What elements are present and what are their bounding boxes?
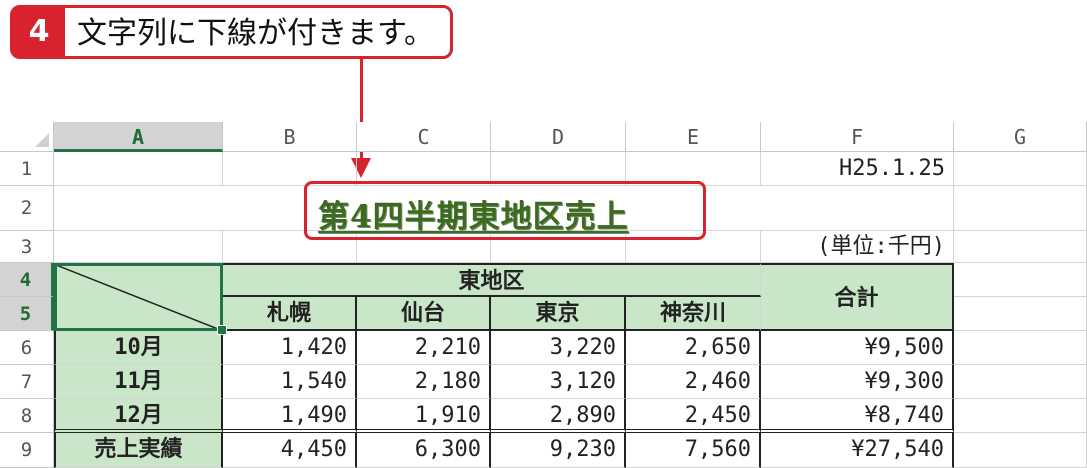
data-cell[interactable]: 3,220 bbox=[491, 331, 626, 365]
data-cell[interactable]: 4,450 bbox=[223, 433, 357, 468]
cell-g6[interactable] bbox=[954, 331, 1087, 365]
data-cell[interactable]: 2,650 bbox=[626, 331, 761, 365]
data-cell[interactable]: 2,180 bbox=[357, 365, 491, 399]
fill-handle[interactable] bbox=[217, 325, 227, 335]
data-cell[interactable]: 2,450 bbox=[626, 399, 761, 433]
row-label[interactable]: 11月 bbox=[54, 365, 223, 399]
row-header-9[interactable]: 9 bbox=[0, 433, 54, 468]
total-cell[interactable]: ¥9,500 bbox=[761, 331, 954, 365]
cell-g7[interactable] bbox=[954, 365, 1087, 399]
step-callout: 4 文字列に下線が付きます。 bbox=[10, 5, 453, 59]
data-cell[interactable]: 1,540 bbox=[223, 365, 357, 399]
row-label-sales-total[interactable]: 売上実績 bbox=[54, 433, 223, 468]
data-cell[interactable]: 9,230 bbox=[491, 433, 626, 468]
cell-g8[interactable] bbox=[954, 399, 1087, 433]
cell-b5-branch[interactable]: 札幌 bbox=[223, 297, 357, 331]
total-cell[interactable]: ¥8,740 bbox=[761, 399, 954, 433]
column-header-c[interactable]: C bbox=[357, 122, 491, 152]
step-instruction: 文字列に下線が付きます。 bbox=[77, 16, 434, 51]
row-header-8[interactable]: 8 bbox=[0, 399, 54, 433]
cell-g5[interactable] bbox=[954, 297, 1087, 331]
column-header-a[interactable]: A bbox=[54, 122, 223, 152]
total-cell[interactable]: ¥27,540 bbox=[761, 433, 954, 468]
total-cell[interactable]: ¥9,300 bbox=[761, 365, 954, 399]
cell-a1[interactable] bbox=[54, 152, 223, 186]
cell-d5-branch[interactable]: 東京 bbox=[491, 297, 626, 331]
row-header-1[interactable]: 1 bbox=[0, 152, 54, 186]
data-cell[interactable]: 2,210 bbox=[357, 331, 491, 365]
data-cell[interactable]: 6,300 bbox=[357, 433, 491, 468]
data-cell[interactable]: 3,120 bbox=[491, 365, 626, 399]
select-all-triangle-icon bbox=[35, 133, 49, 147]
column-header-b[interactable]: B bbox=[223, 122, 357, 152]
data-cell[interactable]: 2,890 bbox=[491, 399, 626, 433]
cell-c5-branch[interactable]: 仙台 bbox=[357, 297, 491, 331]
row-header-2[interactable]: 2 bbox=[0, 186, 54, 231]
cell-g2[interactable] bbox=[954, 186, 1087, 231]
cell-b4-region-header[interactable]: 東地区 bbox=[223, 263, 761, 297]
row-header-6[interactable]: 6 bbox=[0, 331, 54, 365]
data-cell[interactable]: 7,560 bbox=[626, 433, 761, 468]
row-label[interactable]: 10月 bbox=[54, 331, 223, 365]
column-header-g[interactable]: G bbox=[954, 122, 1087, 152]
row-header-3[interactable]: 3 bbox=[0, 231, 54, 263]
row-label[interactable]: 12月 bbox=[54, 399, 223, 433]
cell-g4[interactable] bbox=[954, 263, 1087, 297]
row-header-4[interactable]: 4 bbox=[0, 263, 54, 297]
title-highlight-box bbox=[304, 181, 706, 240]
data-cell[interactable]: 1,910 bbox=[357, 399, 491, 433]
data-cell[interactable]: 2,460 bbox=[626, 365, 761, 399]
cell-f1-date[interactable]: H25.1.25 bbox=[761, 152, 954, 186]
cell-g1[interactable] bbox=[954, 152, 1087, 186]
column-header-d[interactable]: D bbox=[491, 122, 626, 152]
cell-g9[interactable] bbox=[954, 433, 1087, 468]
active-cell-selection bbox=[54, 263, 223, 331]
column-header-f[interactable]: F bbox=[761, 122, 954, 152]
cell-g3[interactable] bbox=[954, 231, 1087, 263]
cell-e5-branch[interactable]: 神奈川 bbox=[626, 297, 761, 331]
row-header-7[interactable]: 7 bbox=[0, 365, 54, 399]
cell-a3[interactable] bbox=[54, 231, 223, 263]
select-all-corner[interactable] bbox=[0, 122, 54, 152]
step-number-badge: 4 bbox=[13, 8, 65, 56]
data-cell[interactable]: 1,420 bbox=[223, 331, 357, 365]
column-header-e[interactable]: E bbox=[626, 122, 761, 152]
data-cell[interactable]: 1,490 bbox=[223, 399, 357, 433]
cell-f3-unit[interactable]: (単位:千円) bbox=[761, 231, 954, 263]
cell-f4-total-header[interactable]: 合計 bbox=[761, 263, 954, 331]
row-header-5[interactable]: 5 bbox=[0, 297, 54, 331]
